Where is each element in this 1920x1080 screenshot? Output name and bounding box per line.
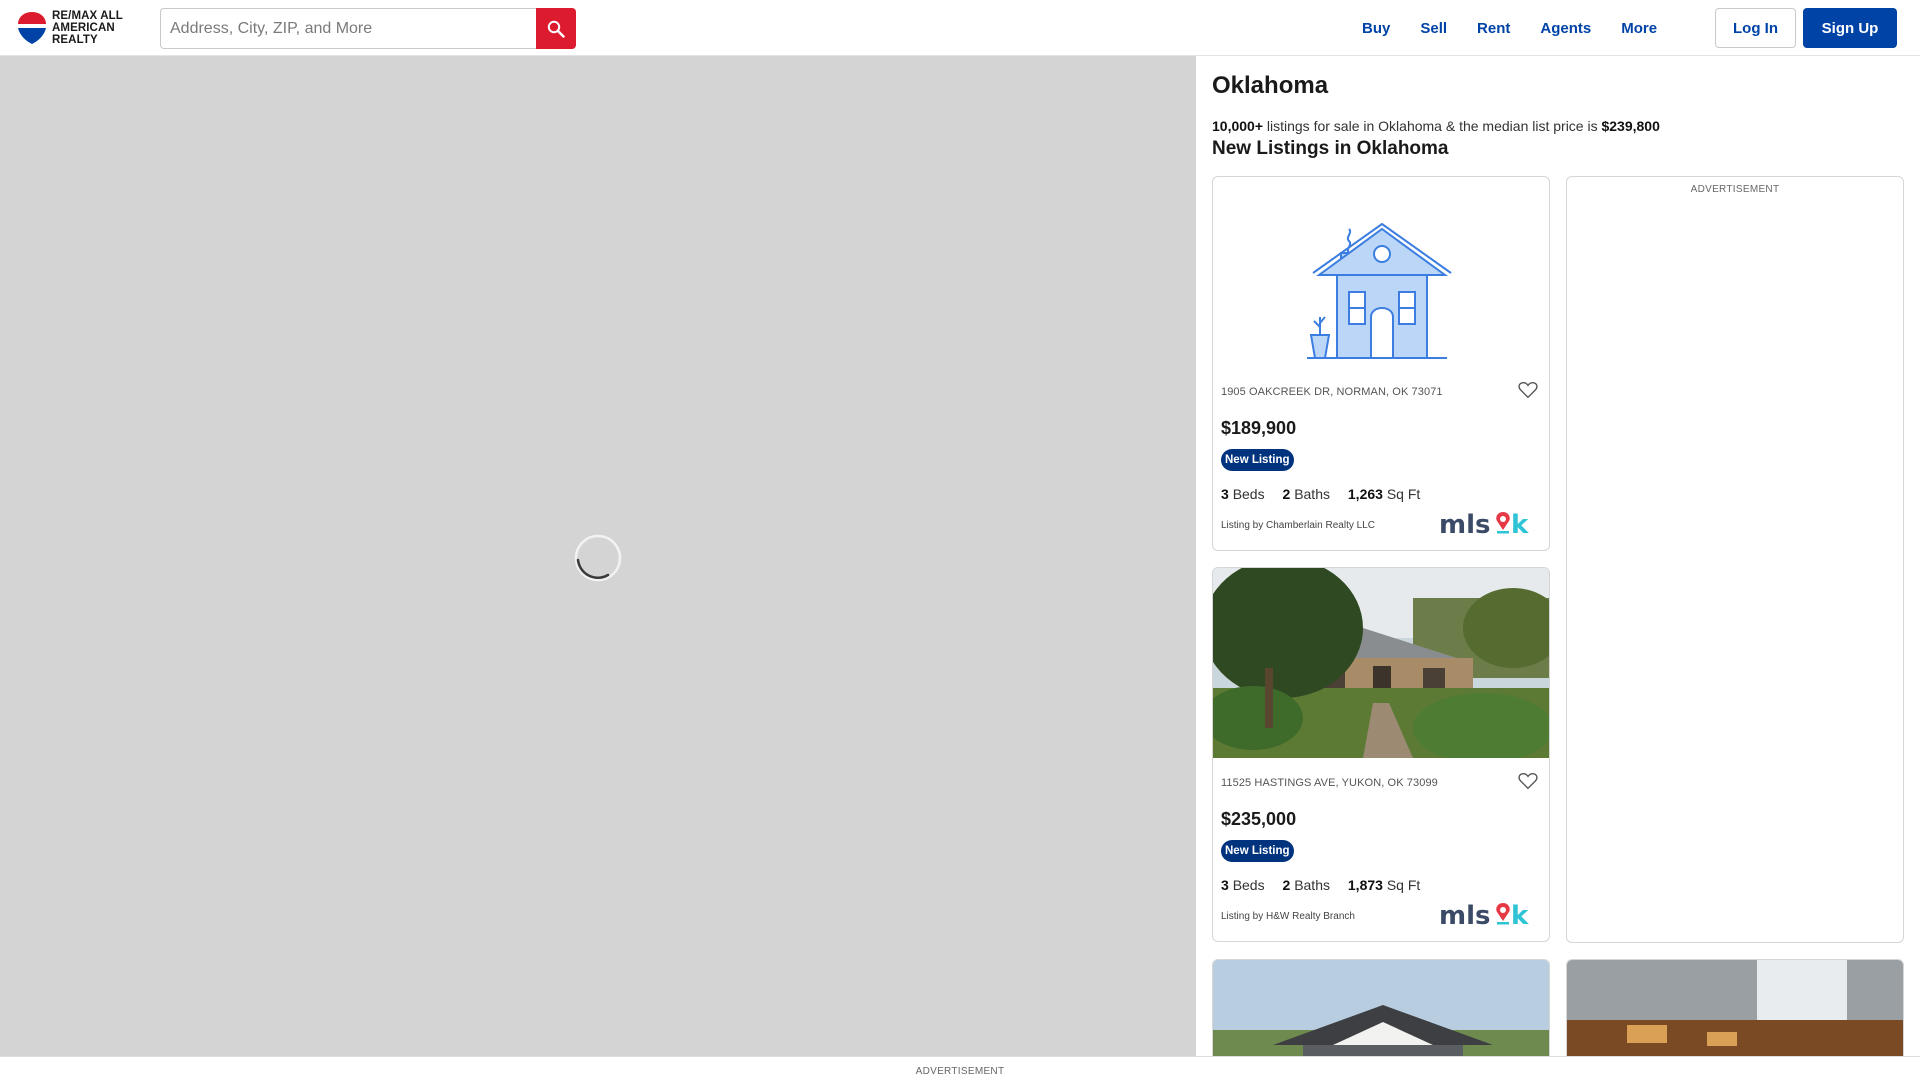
login-button[interactable]: Log In (1715, 8, 1796, 48)
logo[interactable]: RE/MAX ALL AMERICAN REALTY (16, 10, 134, 46)
market-summary: 10,000+ listings for sale in Oklahoma & … (1212, 118, 1660, 134)
page-title: Oklahoma (1212, 72, 1329, 99)
median-price: $239,800 (1601, 118, 1660, 134)
svg-text:mls: mls (1439, 510, 1490, 538)
house-photo (1213, 568, 1549, 758)
nav-agents[interactable]: Agents (1540, 20, 1591, 37)
listing-card[interactable]: 11525 HASTINGS AVE, YUKON, OK 73099 $235… (1212, 567, 1550, 942)
house-photo (1213, 960, 1549, 1056)
house-photo (1567, 960, 1903, 1056)
nav-buy[interactable]: Buy (1362, 20, 1390, 37)
listing-price: $235,000 (1221, 809, 1297, 829)
logo-text: RE/MAX ALL AMERICAN REALTY (52, 10, 123, 46)
listing-specs: 3 Beds 2 Baths 1,263 Sq Ft (1221, 486, 1421, 502)
search-bar (160, 8, 576, 49)
advertisement-slot[interactable]: ADVERTISEMENT (1566, 176, 1904, 943)
search-button[interactable] (536, 8, 576, 49)
svg-text:k: k (1511, 901, 1529, 929)
section-title: New Listings in Oklahoma (1212, 138, 1449, 159)
map-area[interactable] (0, 56, 1196, 1056)
listing-broker: Listing by Chamberlain Realty LLC (1221, 520, 1375, 531)
nav-rent[interactable]: Rent (1477, 20, 1510, 37)
listing-specs: 3 Beds 2 Baths 1,873 Sq Ft (1221, 877, 1421, 893)
balloon-logo-icon (18, 12, 46, 44)
svg-text:mls: mls (1439, 901, 1490, 929)
listing-image[interactable] (1213, 177, 1549, 367)
svg-text:k: k (1511, 510, 1529, 538)
search-icon (547, 20, 565, 38)
mlsok-logo: mls k (1439, 510, 1529, 538)
mlsok-logo: mls k (1439, 901, 1529, 929)
summary-text: listings for sale in Oklahoma & the medi… (1263, 118, 1602, 134)
listing-image[interactable] (1213, 568, 1549, 758)
advertisement-label: ADVERTISEMENT (915, 1066, 1005, 1077)
listing-address[interactable]: 1905 OAKCREEK DR, NORMAN, OK 73071 (1221, 386, 1443, 398)
listing-card[interactable]: 1905 OAKCREEK DR, NORMAN, OK 73071 $189,… (1212, 176, 1550, 551)
new-listing-badge: New Listing (1221, 840, 1294, 862)
loading-spinner-icon (574, 534, 622, 582)
listing-count: 10,000+ (1212, 118, 1263, 134)
bottom-advertisement[interactable]: ADVERTISEMENT (0, 1056, 1920, 1080)
house-illustration-icon (1307, 222, 1452, 359)
listing-card[interactable] (1566, 959, 1904, 1056)
nav-sell[interactable]: Sell (1420, 20, 1447, 37)
new-listing-badge: New Listing (1221, 449, 1294, 471)
listing-card[interactable] (1212, 959, 1550, 1056)
main-nav: Buy Sell Rent Agents More (1362, 0, 1687, 56)
listings-panel: Oklahoma 10,000+ listings for sale in Ok… (1196, 56, 1920, 1056)
nav-more[interactable]: More (1621, 20, 1657, 37)
listing-price: $189,900 (1221, 418, 1297, 438)
favorite-heart-icon[interactable] (1517, 770, 1539, 792)
advertisement-label: ADVERTISEMENT (1690, 184, 1780, 195)
favorite-heart-icon[interactable] (1517, 379, 1539, 401)
site-header: RE/MAX ALL AMERICAN REALTY Buy Sell Rent… (0, 0, 1920, 56)
search-input[interactable] (160, 8, 536, 49)
listing-broker: Listing by H&W Realty Branch (1221, 911, 1355, 922)
listing-address[interactable]: 11525 HASTINGS AVE, YUKON, OK 73099 (1221, 777, 1438, 789)
signup-button[interactable]: Sign Up (1803, 8, 1897, 48)
